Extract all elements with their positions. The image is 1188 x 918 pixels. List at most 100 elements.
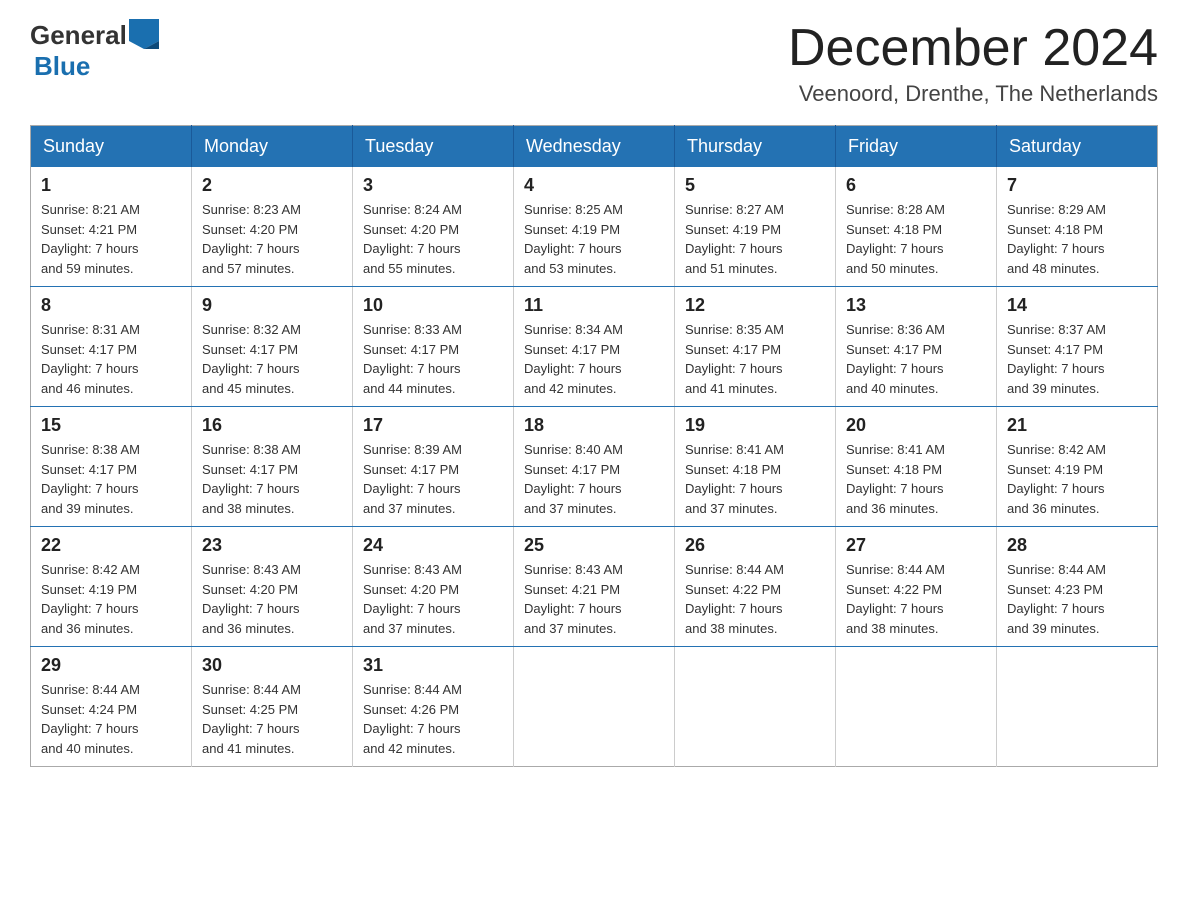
day-number: 14: [1007, 295, 1147, 316]
day-number: 5: [685, 175, 825, 196]
day-number: 12: [685, 295, 825, 316]
logo-general: General: [30, 20, 127, 51]
calendar-cell: [514, 647, 675, 767]
day-info: Sunrise: 8:34 AM Sunset: 4:17 PM Dayligh…: [524, 320, 664, 398]
day-number: 24: [363, 535, 503, 556]
day-info: Sunrise: 8:29 AM Sunset: 4:18 PM Dayligh…: [1007, 200, 1147, 278]
day-info: Sunrise: 8:31 AM Sunset: 4:17 PM Dayligh…: [41, 320, 181, 398]
day-number: 19: [685, 415, 825, 436]
calendar-cell: 20 Sunrise: 8:41 AM Sunset: 4:18 PM Dayl…: [836, 407, 997, 527]
day-number: 10: [363, 295, 503, 316]
day-number: 20: [846, 415, 986, 436]
day-number: 26: [685, 535, 825, 556]
day-info: Sunrise: 8:43 AM Sunset: 4:20 PM Dayligh…: [202, 560, 342, 638]
day-number: 7: [1007, 175, 1147, 196]
day-info: Sunrise: 8:36 AM Sunset: 4:17 PM Dayligh…: [846, 320, 986, 398]
day-info: Sunrise: 8:38 AM Sunset: 4:17 PM Dayligh…: [41, 440, 181, 518]
day-number: 27: [846, 535, 986, 556]
day-number: 28: [1007, 535, 1147, 556]
calendar-cell: 11 Sunrise: 8:34 AM Sunset: 4:17 PM Dayl…: [514, 287, 675, 407]
calendar-cell: 2 Sunrise: 8:23 AM Sunset: 4:20 PM Dayli…: [192, 167, 353, 287]
calendar-week-row: 1 Sunrise: 8:21 AM Sunset: 4:21 PM Dayli…: [31, 167, 1158, 287]
calendar-cell: [997, 647, 1158, 767]
logo: General Blue: [30, 20, 161, 82]
calendar-week-row: 22 Sunrise: 8:42 AM Sunset: 4:19 PM Dayl…: [31, 527, 1158, 647]
calendar-cell: 15 Sunrise: 8:38 AM Sunset: 4:17 PM Dayl…: [31, 407, 192, 527]
calendar-cell: 10 Sunrise: 8:33 AM Sunset: 4:17 PM Dayl…: [353, 287, 514, 407]
calendar-week-row: 8 Sunrise: 8:31 AM Sunset: 4:17 PM Dayli…: [31, 287, 1158, 407]
calendar-cell: 18 Sunrise: 8:40 AM Sunset: 4:17 PM Dayl…: [514, 407, 675, 527]
calendar-cell: 6 Sunrise: 8:28 AM Sunset: 4:18 PM Dayli…: [836, 167, 997, 287]
day-number: 2: [202, 175, 342, 196]
calendar-cell: 25 Sunrise: 8:43 AM Sunset: 4:21 PM Dayl…: [514, 527, 675, 647]
calendar-cell: 8 Sunrise: 8:31 AM Sunset: 4:17 PM Dayli…: [31, 287, 192, 407]
day-info: Sunrise: 8:38 AM Sunset: 4:17 PM Dayligh…: [202, 440, 342, 518]
day-info: Sunrise: 8:41 AM Sunset: 4:18 PM Dayligh…: [685, 440, 825, 518]
calendar-cell: 22 Sunrise: 8:42 AM Sunset: 4:19 PM Dayl…: [31, 527, 192, 647]
day-info: Sunrise: 8:28 AM Sunset: 4:18 PM Dayligh…: [846, 200, 986, 278]
day-info: Sunrise: 8:43 AM Sunset: 4:20 PM Dayligh…: [363, 560, 503, 638]
day-info: Sunrise: 8:42 AM Sunset: 4:19 PM Dayligh…: [41, 560, 181, 638]
day-number: 31: [363, 655, 503, 676]
day-number: 9: [202, 295, 342, 316]
day-number: 4: [524, 175, 664, 196]
calendar-cell: [836, 647, 997, 767]
calendar-cell: 24 Sunrise: 8:43 AM Sunset: 4:20 PM Dayl…: [353, 527, 514, 647]
calendar-cell: 9 Sunrise: 8:32 AM Sunset: 4:17 PM Dayli…: [192, 287, 353, 407]
day-number: 17: [363, 415, 503, 436]
weekday-header-monday: Monday: [192, 126, 353, 168]
calendar-cell: 4 Sunrise: 8:25 AM Sunset: 4:19 PM Dayli…: [514, 167, 675, 287]
day-number: 29: [41, 655, 181, 676]
page-header: General Blue December 2024 Veenoord, Dre…: [30, 20, 1158, 107]
day-info: Sunrise: 8:25 AM Sunset: 4:19 PM Dayligh…: [524, 200, 664, 278]
calendar-cell: 3 Sunrise: 8:24 AM Sunset: 4:20 PM Dayli…: [353, 167, 514, 287]
day-info: Sunrise: 8:40 AM Sunset: 4:17 PM Dayligh…: [524, 440, 664, 518]
day-info: Sunrise: 8:33 AM Sunset: 4:17 PM Dayligh…: [363, 320, 503, 398]
day-number: 3: [363, 175, 503, 196]
day-info: Sunrise: 8:44 AM Sunset: 4:22 PM Dayligh…: [685, 560, 825, 638]
calendar-cell: 28 Sunrise: 8:44 AM Sunset: 4:23 PM Dayl…: [997, 527, 1158, 647]
day-info: Sunrise: 8:43 AM Sunset: 4:21 PM Dayligh…: [524, 560, 664, 638]
day-info: Sunrise: 8:44 AM Sunset: 4:26 PM Dayligh…: [363, 680, 503, 758]
calendar-week-row: 29 Sunrise: 8:44 AM Sunset: 4:24 PM Dayl…: [31, 647, 1158, 767]
calendar-cell: 31 Sunrise: 8:44 AM Sunset: 4:26 PM Dayl…: [353, 647, 514, 767]
day-info: Sunrise: 8:35 AM Sunset: 4:17 PM Dayligh…: [685, 320, 825, 398]
day-number: 23: [202, 535, 342, 556]
calendar-cell: 1 Sunrise: 8:21 AM Sunset: 4:21 PM Dayli…: [31, 167, 192, 287]
calendar-cell: 27 Sunrise: 8:44 AM Sunset: 4:22 PM Dayl…: [836, 527, 997, 647]
day-info: Sunrise: 8:44 AM Sunset: 4:22 PM Dayligh…: [846, 560, 986, 638]
calendar-cell: 16 Sunrise: 8:38 AM Sunset: 4:17 PM Dayl…: [192, 407, 353, 527]
calendar-cell: 17 Sunrise: 8:39 AM Sunset: 4:17 PM Dayl…: [353, 407, 514, 527]
day-info: Sunrise: 8:44 AM Sunset: 4:25 PM Dayligh…: [202, 680, 342, 758]
weekday-header-thursday: Thursday: [675, 126, 836, 168]
calendar-cell: 13 Sunrise: 8:36 AM Sunset: 4:17 PM Dayl…: [836, 287, 997, 407]
calendar-table: SundayMondayTuesdayWednesdayThursdayFrid…: [30, 125, 1158, 767]
weekday-header-tuesday: Tuesday: [353, 126, 514, 168]
day-info: Sunrise: 8:42 AM Sunset: 4:19 PM Dayligh…: [1007, 440, 1147, 518]
calendar-cell: 19 Sunrise: 8:41 AM Sunset: 4:18 PM Dayl…: [675, 407, 836, 527]
day-number: 21: [1007, 415, 1147, 436]
weekday-header-row: SundayMondayTuesdayWednesdayThursdayFrid…: [31, 126, 1158, 168]
calendar-cell: 7 Sunrise: 8:29 AM Sunset: 4:18 PM Dayli…: [997, 167, 1158, 287]
day-number: 22: [41, 535, 181, 556]
weekday-header-friday: Friday: [836, 126, 997, 168]
calendar-cell: 23 Sunrise: 8:43 AM Sunset: 4:20 PM Dayl…: [192, 527, 353, 647]
day-number: 15: [41, 415, 181, 436]
day-info: Sunrise: 8:27 AM Sunset: 4:19 PM Dayligh…: [685, 200, 825, 278]
day-number: 25: [524, 535, 664, 556]
day-info: Sunrise: 8:39 AM Sunset: 4:17 PM Dayligh…: [363, 440, 503, 518]
day-info: Sunrise: 8:23 AM Sunset: 4:20 PM Dayligh…: [202, 200, 342, 278]
logo-icon: [129, 19, 159, 49]
calendar-cell: [675, 647, 836, 767]
day-info: Sunrise: 8:21 AM Sunset: 4:21 PM Dayligh…: [41, 200, 181, 278]
location-title: Veenoord, Drenthe, The Netherlands: [788, 81, 1158, 107]
day-info: Sunrise: 8:37 AM Sunset: 4:17 PM Dayligh…: [1007, 320, 1147, 398]
calendar-cell: 29 Sunrise: 8:44 AM Sunset: 4:24 PM Dayl…: [31, 647, 192, 767]
day-number: 16: [202, 415, 342, 436]
logo-blue: Blue: [30, 51, 161, 82]
weekday-header-saturday: Saturday: [997, 126, 1158, 168]
day-info: Sunrise: 8:32 AM Sunset: 4:17 PM Dayligh…: [202, 320, 342, 398]
calendar-cell: 5 Sunrise: 8:27 AM Sunset: 4:19 PM Dayli…: [675, 167, 836, 287]
weekday-header-wednesday: Wednesday: [514, 126, 675, 168]
day-info: Sunrise: 8:44 AM Sunset: 4:24 PM Dayligh…: [41, 680, 181, 758]
